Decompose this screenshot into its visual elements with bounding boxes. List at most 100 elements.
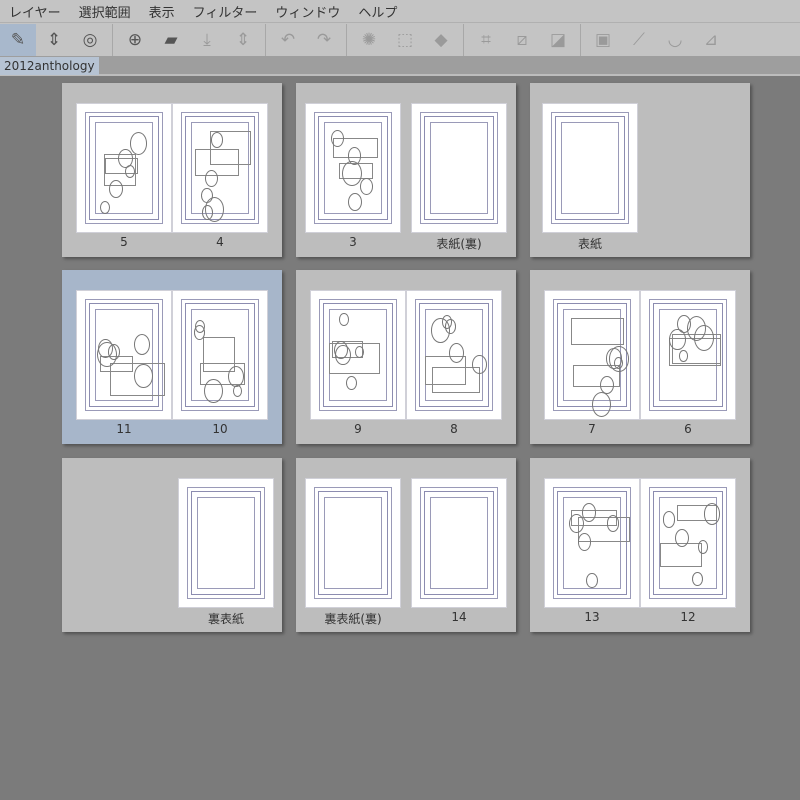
page-thumbnail[interactable]: 6 <box>640 290 736 436</box>
lasso-icon[interactable]: ◎ <box>72 24 108 56</box>
redo-icon[interactable]: ↷ <box>306 24 342 56</box>
speech-balloon-sketch <box>134 364 153 389</box>
page-thumbnail[interactable]: 8 <box>406 290 502 436</box>
page-group[interactable]: 98 <box>296 270 516 444</box>
page-frame-guide <box>430 122 488 214</box>
menu-bar: レイヤー 選択範囲 表示 フィルター ウィンドウ ヘルプ <box>0 0 800 22</box>
speech-balloon-sketch <box>448 343 465 363</box>
speech-balloon-sketch <box>347 147 362 165</box>
transform-icon[interactable]: ⌗ <box>468 24 504 56</box>
page-thumbnail[interactable]: 5 <box>76 103 172 249</box>
menu-item[interactable]: 選択範囲 <box>70 2 140 21</box>
page-sheet <box>542 103 638 233</box>
page-group[interactable]: 54 <box>62 83 282 257</box>
menu-item[interactable]: レイヤー <box>0 2 70 21</box>
page-label: 4 <box>216 235 224 249</box>
speech-balloon-sketch <box>125 164 135 178</box>
page-thumbnail[interactable]: 9 <box>310 290 406 436</box>
page-group[interactable]: 13 12 <box>530 458 750 632</box>
page-sheet <box>178 478 274 608</box>
page-frame-guide <box>430 497 488 589</box>
page-thumbnail[interactable]: 7 <box>544 290 640 436</box>
page-group[interactable]: 表紙 <box>530 83 750 257</box>
page-sheet <box>305 478 401 608</box>
tab-bar: 2012anthology <box>0 56 800 76</box>
curve-ruler-icon[interactable]: ◡ <box>657 24 693 56</box>
page-thumbnail[interactable]: 裏表紙(裏) <box>305 478 401 626</box>
speech-balloon-sketch <box>129 132 148 155</box>
page-label: 11 <box>116 422 132 436</box>
menu-item[interactable]: 表示 <box>140 2 184 21</box>
page-sheet <box>544 478 640 608</box>
page-label: 10 <box>212 422 228 436</box>
fill-icon[interactable]: ◆ <box>423 24 459 56</box>
speech-balloon-sketch <box>472 355 487 375</box>
page-sheet <box>640 290 736 420</box>
edit-layer-icon[interactable]: ✎ <box>0 23 36 56</box>
open-folder-icon[interactable]: ▰ <box>153 24 189 56</box>
deselect-icon[interactable]: ⧄ <box>504 24 540 56</box>
page-label: 表紙 <box>577 237 602 251</box>
page-group[interactable]: 11 10 <box>62 270 282 444</box>
toolbar-separator <box>112 23 113 56</box>
border-selection-icon[interactable]: ▣ <box>585 24 621 56</box>
page-sheet <box>76 290 172 420</box>
page-thumbnail[interactable]: 10 <box>172 290 268 436</box>
page-label: 6 <box>684 422 692 436</box>
new-page-icon[interactable]: ⊕ <box>117 24 153 56</box>
speech-balloon-sketch <box>606 515 620 532</box>
speech-balloon-sketch <box>360 177 373 195</box>
page-thumbnail[interactable]: 13 <box>544 478 640 624</box>
page-group[interactable]: 3 表紙(裏) <box>296 83 516 257</box>
speech-balloon-sketch <box>339 313 349 326</box>
page-thumbnail[interactable]: 表紙(裏) <box>411 103 507 251</box>
up-down-icon[interactable]: ⇕ <box>225 24 261 56</box>
toolbar-separator <box>265 23 266 56</box>
page-label: 7 <box>588 422 596 436</box>
panel-border <box>431 366 480 393</box>
page-thumbnail[interactable]: 12 <box>640 478 736 624</box>
panel-border <box>571 318 624 345</box>
menu-item[interactable]: ウィンドウ <box>266 2 349 21</box>
loading-icon[interactable]: ✺ <box>351 24 387 56</box>
page-thumbnail[interactable]: 表紙 <box>542 103 638 251</box>
page-thumbnail[interactable]: 4 <box>172 103 268 249</box>
page-label: 5 <box>120 235 128 249</box>
invert-selection-icon[interactable]: ◪ <box>540 24 576 56</box>
speech-balloon-sketch <box>194 319 205 333</box>
page-group[interactable]: 76 <box>530 270 750 444</box>
speech-balloon-sketch <box>345 376 357 391</box>
undo-icon[interactable]: ↶ <box>270 24 306 56</box>
toolbar-separator <box>463 23 464 56</box>
speech-balloon-sketch <box>662 511 676 528</box>
document-tab[interactable]: 2012anthology <box>0 57 99 75</box>
perspective-ruler-icon[interactable]: ⊿ <box>693 24 729 56</box>
menu-item[interactable]: ヘルプ <box>349 2 406 21</box>
menu-item[interactable]: フィルター <box>184 2 267 21</box>
speech-balloon-sketch <box>692 571 704 586</box>
page-thumbnail[interactable]: 裏表紙 <box>178 478 274 626</box>
selection-icon[interactable]: ⬚ <box>387 24 423 56</box>
page-group[interactable]: 裏表紙(裏) 14 <box>296 458 516 632</box>
panel-border <box>194 149 239 176</box>
speech-balloon-sketch <box>613 357 623 369</box>
page-sheet <box>411 103 507 233</box>
page-thumbnail[interactable]: 3 <box>305 103 401 249</box>
ruler-icon[interactable]: ⟋ <box>621 24 657 56</box>
toolbar-separator <box>580 23 581 56</box>
page-thumbnail[interactable]: 11 <box>76 290 172 436</box>
page-label: 裏表紙(裏) <box>324 612 382 626</box>
page-thumbnail[interactable]: 14 <box>411 478 507 624</box>
speech-balloon-sketch <box>210 132 223 149</box>
page-frame-guide <box>324 497 382 589</box>
speech-balloon-sketch <box>347 193 362 212</box>
speech-balloon-sketch <box>108 179 123 198</box>
speech-balloon-sketch <box>679 350 689 362</box>
speech-balloon-sketch <box>592 392 612 417</box>
save-icon[interactable]: ⤓ <box>189 24 225 56</box>
page-group[interactable]: 裏表紙 <box>62 458 282 632</box>
speech-balloon-sketch <box>97 341 117 368</box>
up-down-icon[interactable]: ⇕ <box>36 24 72 56</box>
page-sheet <box>411 478 507 608</box>
page-sheet <box>406 290 502 420</box>
